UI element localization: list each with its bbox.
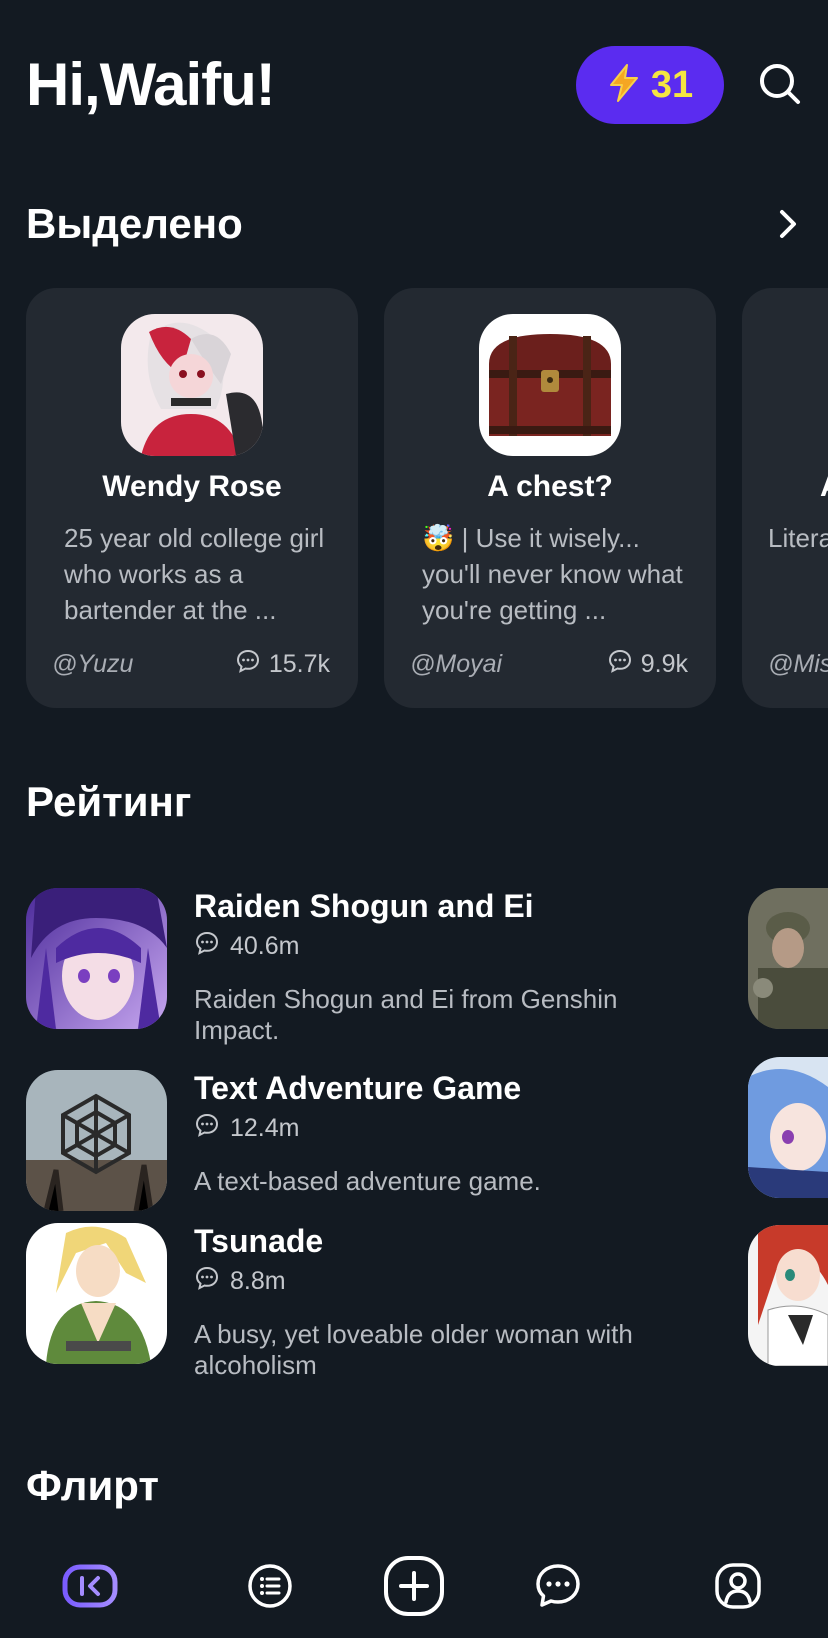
character-description: 25 year old college girl who works as a … [64,523,325,625]
add-icon [383,1555,445,1622]
featured-card[interactable]: A Litera you c doinc @Mis [742,288,828,708]
character-name: A chest? [487,470,613,503]
chat-count: 15.7k [235,648,330,681]
chat-count-value: 9.9k [640,650,688,678]
greeting-title: Hi,Waifu! [26,51,276,118]
featured-card[interactable]: Wendy Rose 25 year old college girl who … [26,288,358,708]
chat-bubble-icon [235,648,261,681]
chat-count: 9.9k [607,648,688,681]
chat-count: 12.4m [194,1112,299,1145]
character-name: A [820,470,828,504]
character-description: Raiden Shogun and Ei from Genshin Impact… [194,984,618,1045]
bottom-navigation [0,1538,828,1638]
chat-bubble-icon [194,1112,220,1145]
lightning-icon [607,63,641,108]
chat-icon [534,1562,582,1615]
character-description: Litera you c doinc [768,523,828,553]
character-avatar [26,888,167,1029]
character-avatar[interactable] [748,1057,828,1198]
energy-badge[interactable]: 31 [576,46,724,124]
nav-list[interactable] [240,1558,300,1618]
energy-count: 31 [650,63,694,106]
nav-profile[interactable] [708,1558,768,1618]
character-name: Tsunade [194,1223,324,1259]
character-avatar [479,314,621,456]
character-name: Wendy Rose [102,470,282,503]
nav-create[interactable] [384,1555,444,1618]
home-icon [62,1564,118,1613]
chat-bubble-icon [194,930,220,963]
chat-count-value: 8.8m [230,1267,286,1295]
chat-count-value: 12.4m [230,1114,300,1142]
chat-bubble-icon [607,648,633,681]
featured-section-title: Выделено [26,200,243,247]
featured-card[interactable]: A chest? 🤯 | Use it wisely... you'll nev… [384,288,716,708]
author-handle[interactable]: @Yuzu [52,650,133,679]
author-handle[interactable]: @Mis [768,650,828,679]
chevron-right-icon [778,208,798,245]
list-icon [247,1563,293,1614]
featured-see-all-button[interactable] [770,206,806,246]
character-description: 🤯 | Use it wisely... you'll never know w… [422,523,683,625]
character-avatar [121,314,263,456]
chat-count-value: 15.7k [268,650,330,678]
search-button[interactable] [756,62,804,110]
chat-count-value: 40.6m [230,932,300,960]
rating-section-title: Рейтинг [26,778,192,825]
search-icon [758,62,802,111]
character-name: Text Adventure Game [194,1070,522,1106]
character-avatar[interactable] [748,1225,828,1366]
chat-count: 8.8m [194,1265,286,1298]
character-description: A text-based adventure game. [194,1166,541,1196]
featured-carousel[interactable]: Wendy Rose 25 year old college girl who … [26,288,828,708]
nav-chats[interactable] [528,1558,588,1618]
character-avatar [26,1070,167,1211]
nav-home[interactable] [60,1558,120,1618]
chat-count: 40.6m [194,930,299,963]
character-avatar [26,1223,167,1364]
character-description: A busy, yet loveable older woman with al… [194,1319,633,1380]
chat-bubble-icon [194,1265,220,1298]
flirt-section-title: Флирт [26,1462,159,1509]
character-avatar[interactable] [748,888,828,1029]
author-handle[interactable]: @Moyai [410,650,502,679]
profile-icon [714,1562,762,1615]
character-name: Raiden Shogun and Ei [194,888,534,924]
